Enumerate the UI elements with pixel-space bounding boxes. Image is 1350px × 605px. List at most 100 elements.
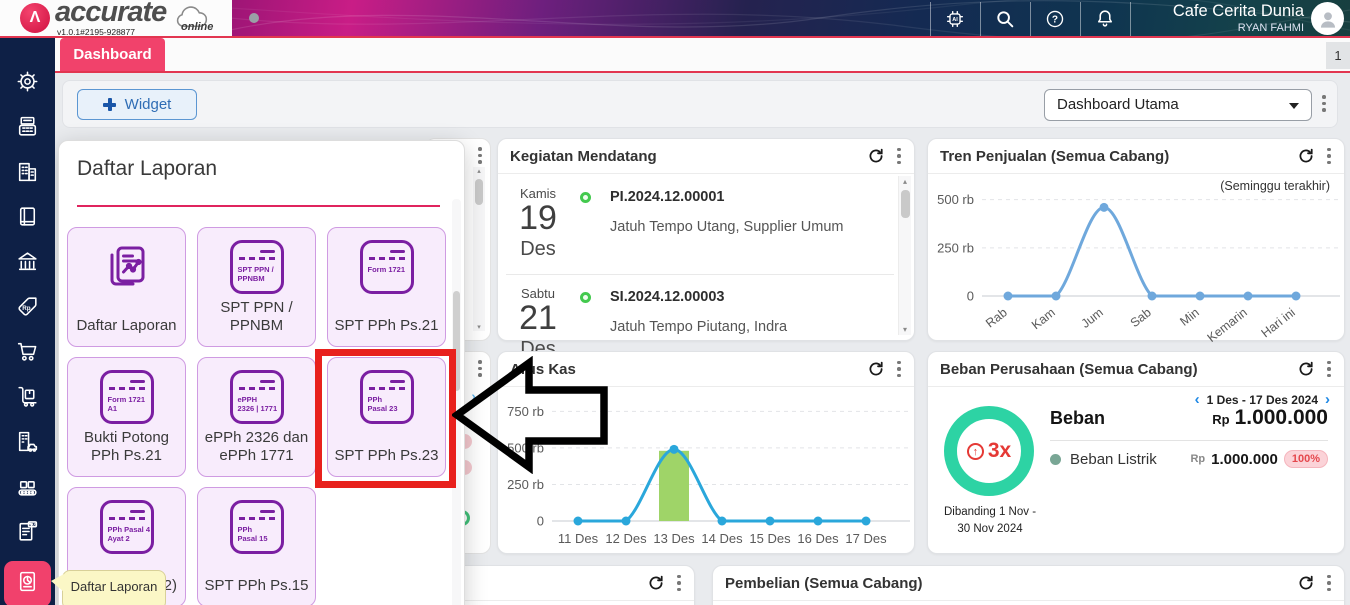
tax-form-icon: ePPH 2326 | 1771	[198, 370, 315, 424]
add-widget-button[interactable]: Widget	[77, 89, 197, 120]
beban-item-row[interactable]: Beban Listrik Rp 1.000.000 100%	[1050, 450, 1328, 468]
logo-block[interactable]: accurate online v1.0.1#2195-928877	[0, 0, 232, 37]
book-icon	[15, 204, 40, 234]
ai-icon[interactable]: AI	[941, 5, 969, 33]
dashboard-toolbar: Widget Dashboard Utama	[62, 80, 1338, 128]
chevron-down-icon	[1289, 103, 1299, 109]
notifications-icon[interactable]	[1091, 5, 1119, 33]
kebab-icon[interactable]	[896, 148, 902, 165]
pie-doc-icon	[15, 569, 40, 599]
svg-text:500 rb: 500 rb	[937, 192, 974, 207]
sidebar-item-delivery[interactable]	[4, 381, 51, 417]
svg-text:AI: AI	[952, 17, 958, 23]
legend-dot-icon	[1050, 454, 1061, 465]
kebab-icon[interactable]	[896, 361, 902, 378]
widget-hidden-bottom-left	[430, 565, 695, 605]
tile-label: Bukti Potong PPh Ps.21	[72, 429, 181, 467]
report-tile-4[interactable]: ePPH 2326 | 1771 ePPh 2326 dan ePPh 1771	[197, 357, 316, 477]
svg-text:250 rb: 250 rb	[937, 240, 974, 255]
arrow-up-circle-icon	[967, 443, 984, 460]
svg-text:14 Des: 14 Des	[701, 531, 743, 546]
panel-title: Daftar Laporan	[77, 157, 217, 181]
svg-text:17 Des: 17 Des	[845, 531, 887, 546]
date-range-nav: 1 Des - 17 Des 2024	[1195, 392, 1330, 407]
widget-title: Beban Perusahaan (Semua Cabang)	[940, 361, 1198, 378]
tab-bar: Dashboard 1	[0, 38, 1350, 73]
event-row[interactable]: Kamis 19 Des PI.2024.12.00001 Jatuh Temp…	[506, 175, 894, 274]
sidebar-item-assets[interactable]	[4, 426, 51, 462]
report-tile-1[interactable]: SPT PPN / PPNBMSPT PPN / PPNBM	[197, 227, 316, 347]
sidebar: Rp TAX	[0, 38, 55, 605]
tab-dashboard[interactable]: Dashboard	[60, 38, 165, 71]
tax-doc-icon: TAX	[15, 519, 40, 549]
accurate-logo-icon	[20, 3, 50, 33]
date-range: 1 Des - 17 Des 2024	[1207, 393, 1318, 407]
sidebar-item-cashier[interactable]	[4, 111, 51, 147]
svg-text:Min: Min	[1177, 305, 1202, 328]
report-tile-3[interactable]: Form 1721 A1Bukti Potong PPh Ps.21	[67, 357, 186, 477]
search-icon[interactable]	[991, 5, 1019, 33]
logo-online-text: online	[181, 21, 213, 33]
chevron-left-icon[interactable]	[1195, 392, 1200, 407]
kebab-icon[interactable]	[1326, 148, 1332, 165]
refresh-icon[interactable]	[1297, 147, 1315, 165]
svg-text:Kam: Kam	[1029, 305, 1058, 332]
kebab-icon[interactable]	[676, 575, 682, 592]
svg-text:?: ?	[1052, 15, 1058, 26]
item-label: Beban Listrik	[1070, 451, 1157, 468]
widget-beban: Beban Perusahaan (Semua Cabang) 1 Des - …	[927, 351, 1345, 554]
widget-kegiatan: Kegiatan Mendatang Kamis 19 Des PI.2024.…	[497, 138, 915, 341]
bank-icon	[15, 249, 40, 279]
cart-icon	[15, 339, 40, 369]
refresh-icon[interactable]	[1297, 360, 1315, 378]
scrollbar[interactable]	[898, 176, 911, 335]
tile-label: ePPh 2326 dan ePPh 1771	[202, 429, 311, 467]
daftar-laporan-panel: Daftar Laporan Daftar LaporanSPT PPN / P…	[58, 140, 465, 605]
chevron-right-icon[interactable]	[1325, 392, 1330, 407]
kebab-icon[interactable]	[477, 147, 483, 164]
refresh-icon[interactable]	[867, 147, 885, 165]
widget-pembelian: Pembelian (Semua Cabang)	[712, 565, 1345, 605]
add-widget-label: Widget	[125, 96, 172, 113]
help-icon[interactable]: ?	[1041, 5, 1069, 33]
sidebar-item-pricing[interactable]: Rp	[4, 291, 51, 327]
annotation-arrow-left	[452, 356, 610, 474]
sidebar-item-manufacture[interactable]	[4, 471, 51, 507]
dashboard-select[interactable]: Dashboard Utama	[1044, 89, 1312, 121]
tab-count-badge: 1	[1326, 42, 1350, 69]
report-tile-7[interactable]: PPh Pasal 15SPT PPh Ps.15	[197, 487, 316, 605]
app-header: accurate online v1.0.1#2195-928877 AI ? …	[0, 0, 1350, 38]
toolbar-kebab-icon[interactable]	[1321, 95, 1327, 112]
refresh-icon[interactable]	[1297, 574, 1315, 592]
sidebar-item-ledger[interactable]	[4, 201, 51, 237]
register-icon	[15, 114, 40, 144]
sidebar-item-purchases[interactable]	[4, 336, 51, 372]
refresh-icon[interactable]	[867, 360, 885, 378]
tax-form-icon: Form 1721	[328, 240, 445, 294]
sidebar-item-company[interactable]	[4, 156, 51, 192]
account-info[interactable]: Cafe Cerita Dunia RYAN FAHMI	[1136, 2, 1304, 34]
status-dot	[249, 13, 259, 23]
sidebar-item-settings[interactable]	[4, 66, 51, 102]
report-tile-2[interactable]: Form 1721SPT PPh Ps.21	[327, 227, 446, 347]
kebab-icon[interactable]	[1326, 361, 1332, 378]
sidebar-item-banking[interactable]	[4, 246, 51, 282]
tax-form-icon: PPh Pasal 4 Ayat 2	[68, 500, 185, 554]
svg-text:Jum: Jum	[1079, 305, 1106, 331]
widget-title: Kegiatan Mendatang	[510, 148, 657, 165]
kebab-icon[interactable]	[1326, 575, 1332, 592]
svg-text:11 Des: 11 Des	[558, 531, 599, 546]
avatar[interactable]	[1311, 2, 1344, 35]
sidebar-item-tax[interactable]: TAX	[4, 516, 51, 552]
tax-form-icon: PPh Pasal 15	[198, 500, 315, 554]
report-tile-0[interactable]: Daftar Laporan	[67, 227, 186, 347]
svg-text:13 Des: 13 Des	[653, 531, 695, 546]
annotation-red-box	[315, 349, 456, 488]
scrollbar-thumb[interactable]	[901, 190, 910, 218]
sidebar-item-reports[interactable]	[4, 561, 51, 605]
svg-text:Kemarin: Kemarin	[1205, 305, 1250, 342]
refresh-icon[interactable]	[647, 574, 665, 592]
scrollbar[interactable]	[473, 167, 485, 331]
svg-text:TAX: TAX	[29, 523, 36, 527]
panel-title-rule	[77, 205, 440, 207]
